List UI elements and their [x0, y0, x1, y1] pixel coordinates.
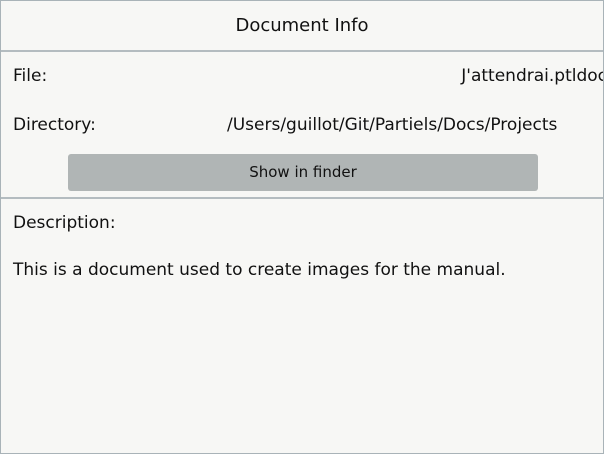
document-info-window: Document Info File: J'attendrai.ptldoc D… — [0, 0, 604, 454]
file-value: J'attendrai.ptldoc — [461, 66, 604, 86]
directory-row: Directory: /Users/guillot/Git/Partiels/D… — [13, 115, 603, 135]
show-in-finder-button[interactable]: Show in finder — [68, 154, 538, 191]
divider — [1, 197, 603, 199]
description-text[interactable]: This is a document used to create images… — [13, 260, 506, 280]
window-title: Document Info — [1, 1, 603, 52]
directory-label: Directory: — [13, 115, 96, 135]
file-label: File: — [13, 66, 48, 86]
directory-value: /Users/guillot/Git/Partiels/Docs/Project… — [227, 115, 558, 135]
file-row: File: J'attendrai.ptldoc — [13, 66, 603, 86]
description-label: Description: — [13, 213, 116, 233]
